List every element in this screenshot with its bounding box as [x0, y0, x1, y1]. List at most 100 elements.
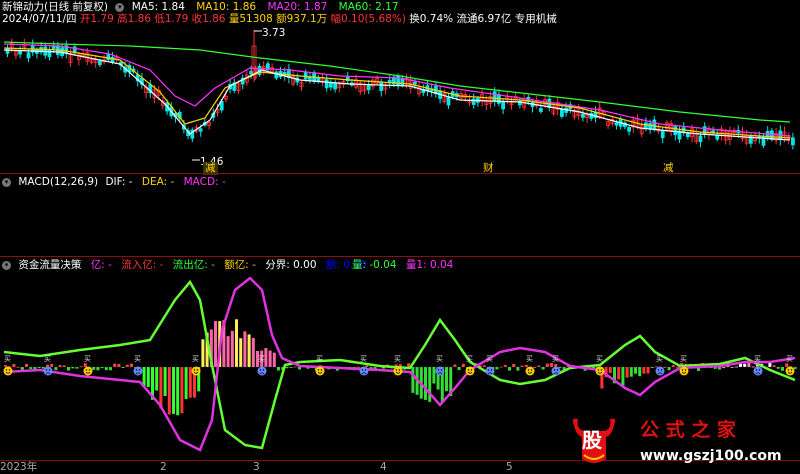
flow-bar [424, 367, 427, 400]
flow-bar [251, 337, 255, 367]
flow-bar [785, 363, 789, 367]
flow-bar [184, 367, 188, 399]
flow-bar [20, 367, 24, 371]
signal-marker: 买 [754, 355, 761, 363]
flow-bar [96, 367, 100, 371]
flow-bar [54, 367, 58, 371]
flow-bar [747, 363, 751, 367]
flow-bar [671, 365, 675, 367]
candle-body [644, 122, 648, 129]
candle-body [328, 82, 333, 88]
price-candles [5, 30, 795, 161]
flow-bar [188, 367, 192, 398]
flow-header: ▾ 资金流量决策 亿: - 流入亿: - 流出亿: - 额亿: - 分界: 0.… [2, 259, 367, 272]
flow-bar [125, 364, 129, 367]
candle-body [492, 91, 497, 101]
flow-bar [176, 367, 180, 416]
candle-body [471, 98, 476, 105]
collapse-icon[interactable]: ▾ [115, 2, 125, 12]
flow-bar [621, 367, 625, 388]
signal-marker: 买 [134, 355, 141, 363]
macd-dea: DEA: - [141, 176, 175, 188]
signal-marker: 买 [656, 355, 663, 363]
logo-char: 股 [582, 428, 602, 452]
flow-bar [508, 367, 511, 371]
flow-bar [646, 367, 650, 374]
flow-bar [453, 364, 457, 367]
candle-body [791, 137, 795, 146]
quote-industry: 专用机械 [514, 13, 557, 25]
collapse-icon[interactable]: ▾ [2, 177, 11, 187]
sad-face-icon: 买 [655, 355, 665, 376]
chart-canvas[interactable]: 买买买买买买买买买买买买买买买买买买买 [0, 0, 800, 473]
moving-average-lines [3, 41, 791, 141]
stock-name: 新锦动力 [2, 1, 44, 13]
flow-bar [113, 363, 117, 367]
quote-float-cap: 流通6.97亿 [456, 13, 512, 25]
flow-bar [667, 367, 671, 371]
candle-body [581, 113, 585, 118]
flow-bar [743, 363, 747, 367]
quote-high: 高1.86 [117, 13, 152, 25]
flow-bar [243, 331, 247, 367]
time-axis-label: 5 [506, 461, 513, 473]
quote-open: 开1.79 [79, 13, 114, 25]
flow-bar [545, 363, 549, 367]
flow-bar [638, 367, 642, 377]
time-axis-label: 2023年 [0, 461, 38, 473]
quote-row: 2024/07/11/四 开1.79 高1.86 低1.79 收1.86 量51… [2, 13, 557, 26]
flow-bar [751, 366, 755, 368]
candle-body [539, 108, 543, 112]
signal-marker: 买 [44, 355, 51, 363]
flow-inflow: 流入亿: - [121, 259, 164, 271]
flow-bar [642, 367, 646, 374]
candle-body [274, 71, 279, 79]
flow-bar [163, 367, 167, 397]
flow-bar [92, 367, 96, 370]
collapse-icon[interactable]: ▾ [2, 260, 11, 270]
time-axis-label: 4 [380, 461, 387, 473]
macd-header: ▾ MACD(12,26,9) DIF: - DEA: - MACD: - [2, 176, 226, 189]
candle-body [26, 52, 31, 59]
signal-marker: 买 [486, 355, 493, 363]
ma10-label: MA10: 1.86 [196, 1, 257, 13]
candle-body [446, 97, 451, 106]
candle-body [98, 60, 102, 66]
candle-body [652, 119, 657, 130]
flow-bar [793, 367, 797, 370]
flow-bar [428, 367, 432, 402]
flow-bar [121, 367, 125, 368]
flow-bar [608, 367, 612, 374]
flow-bar [516, 367, 520, 371]
signal-marker: 买 [360, 355, 367, 363]
quote-change: 幅0.10(5.68%) [330, 13, 406, 25]
flow-bar [617, 367, 621, 380]
candle-body [366, 84, 371, 91]
flow-bar [159, 367, 163, 409]
candle-body [673, 126, 678, 136]
panel-separator [0, 173, 800, 174]
flow-bar [12, 363, 16, 367]
adjust-mode: (日线 前复权) [44, 1, 109, 13]
candle-body [198, 128, 203, 132]
flow-bar [272, 352, 276, 367]
signal-marker: 买 [394, 355, 401, 363]
macd-value: MACD: - [183, 176, 226, 188]
macd-dif: DIF: - [105, 176, 133, 188]
signal-marker: 买 [596, 355, 603, 363]
candle-body [303, 71, 308, 80]
flow-bar [50, 364, 54, 367]
candle-body [333, 83, 338, 90]
flow-bar [298, 367, 301, 370]
sad-face-icon: 买 [133, 355, 143, 376]
quote-close: 收1.86 [191, 13, 226, 25]
flow-bar [277, 367, 280, 371]
candle-body [560, 109, 564, 117]
site-url: www.gszj100.com [640, 448, 782, 464]
sad-face-icon: 买 [485, 355, 495, 376]
flow-bar [142, 367, 146, 387]
signal-marker: 买 [466, 355, 473, 363]
flow-liang1: 量1: 0.04 [405, 259, 454, 271]
flow-bar [41, 367, 45, 369]
ma20-line [3, 43, 791, 137]
